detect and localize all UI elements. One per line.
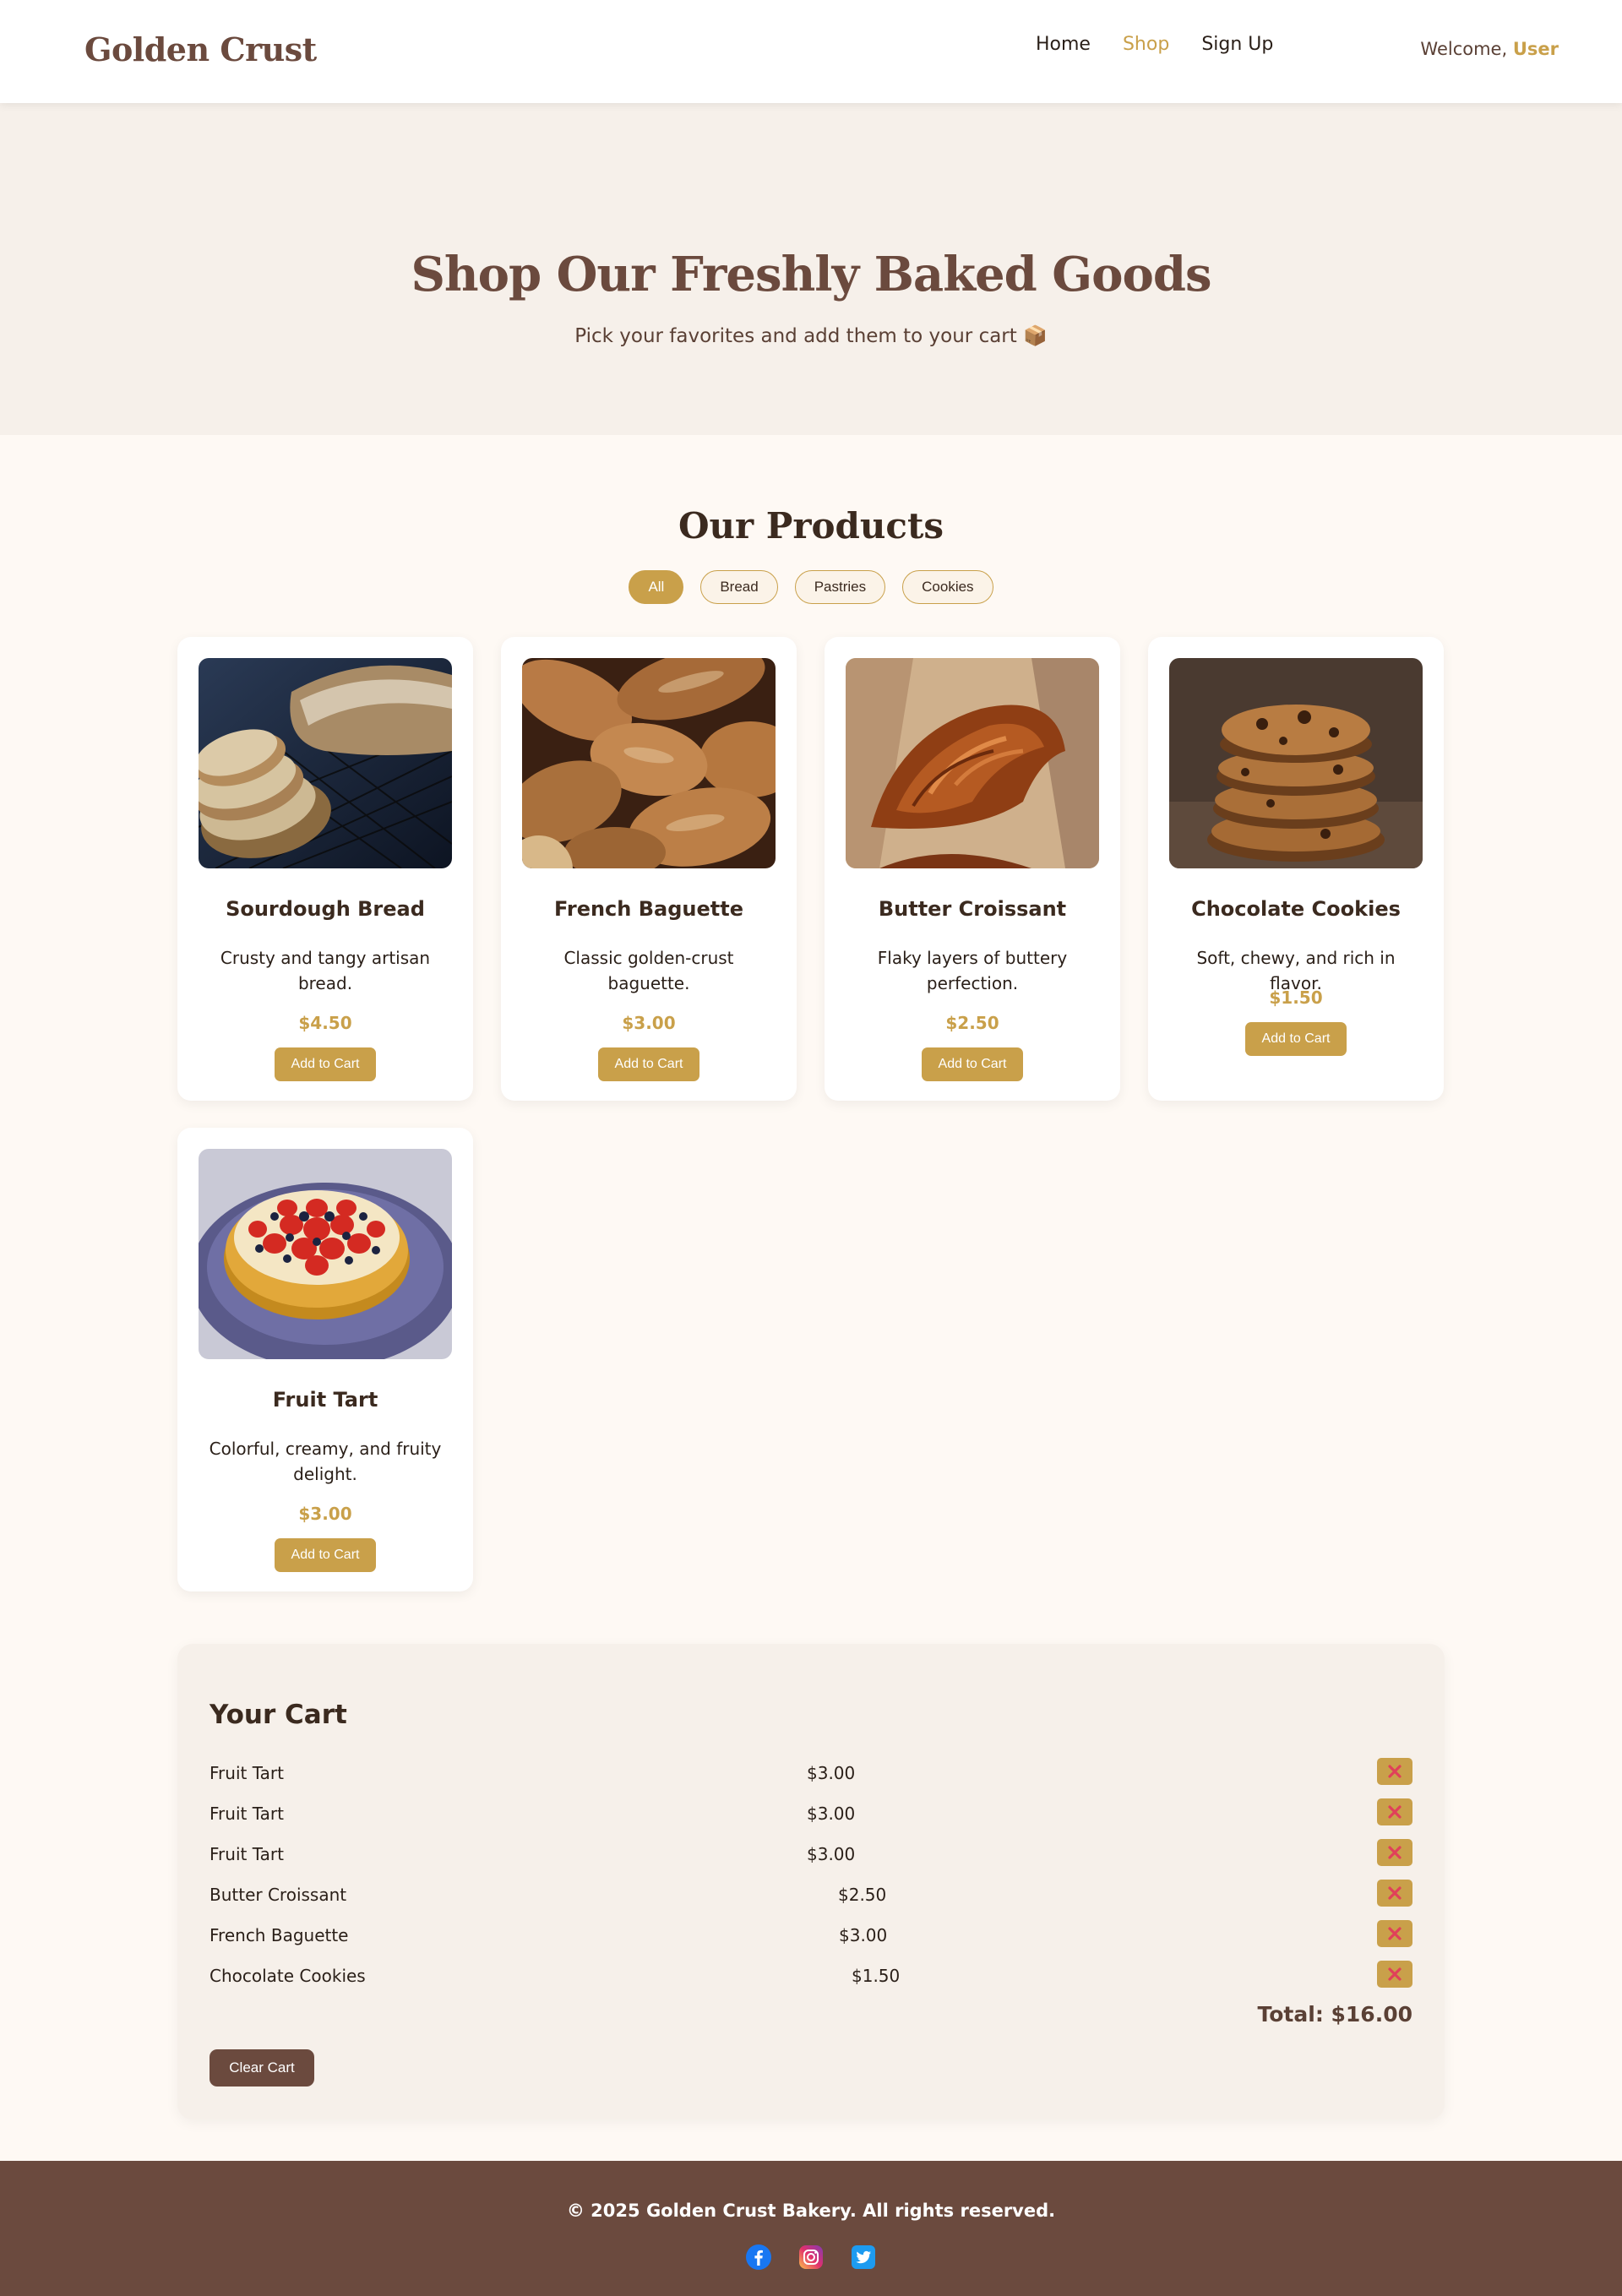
cart-item-name: French Baguette (210, 1925, 349, 1945)
nav-home[interactable]: Home (1036, 34, 1091, 55)
cart-item: Fruit Tart $3.00 (210, 1793, 1412, 1834)
site-header: Golden Crust Home Shop Sign Up Welcome, … (0, 0, 1622, 103)
add-to-cart-button[interactable]: Add to Cart (275, 1047, 376, 1081)
nav-signup[interactable]: Sign Up (1201, 34, 1273, 55)
hero-subtitle: Pick your favorites and add them to your… (574, 325, 1048, 347)
product-card: Chocolate Cookies Soft, chewy, and rich … (1148, 637, 1444, 1101)
product-price: $3.00 (622, 1013, 676, 1033)
close-icon (1388, 1927, 1402, 1940)
cart-title: Your Cart (210, 1700, 347, 1730)
cart-item-price: $3.00 (807, 1763, 856, 1783)
twitter-icon[interactable] (850, 2244, 877, 2271)
cart-item-price: $2.50 (838, 1885, 887, 1905)
site-logo[interactable]: Golden Crust (84, 30, 317, 68)
cart-total: Total: $16.00 (1257, 2002, 1412, 2027)
cart-item-price: $1.50 (852, 1966, 901, 1986)
welcome-label: Welcome, (1420, 39, 1508, 59)
facebook-icon[interactable] (745, 2244, 772, 2271)
cart-item: Fruit Tart $3.00 (210, 1753, 1412, 1793)
chocolate-cookies-image (1169, 658, 1423, 868)
main-nav: Home Shop Sign Up (1036, 34, 1273, 55)
product-card: Butter Croissant Flaky layers of buttery… (825, 637, 1120, 1101)
cart-item-name: Chocolate Cookies (210, 1966, 366, 1986)
product-price: $2.50 (945, 1013, 999, 1033)
remove-item-button[interactable] (1377, 1839, 1412, 1866)
cart-item-name: Fruit Tart (210, 1844, 284, 1864)
clear-cart-button[interactable]: Clear Cart (210, 2049, 314, 2087)
filter-pastries[interactable]: Pastries (794, 570, 886, 604)
remove-item-button[interactable] (1377, 1920, 1412, 1947)
nav-shop[interactable]: Shop (1123, 34, 1169, 55)
add-to-cart-button[interactable]: Add to Cart (598, 1047, 699, 1081)
remove-item-button[interactable] (1377, 1880, 1412, 1907)
cart-item-name: Fruit Tart (210, 1763, 284, 1783)
cart-panel: Your Cart Fruit Tart $3.00 Fruit Tart $3… (177, 1644, 1445, 2119)
copyright-text: © 2025 Golden Crust Bakery. All rights r… (566, 2201, 1056, 2221)
close-icon (1388, 1886, 1402, 1900)
product-description: Crusty and tangy artisan bread. (220, 948, 431, 993)
product-description: Classic golden-crust baguette. (563, 948, 734, 993)
product-name: Sourdough Bread (226, 897, 425, 921)
add-to-cart-button[interactable]: Add to Cart (1245, 1022, 1347, 1056)
site-footer: © 2025 Golden Crust Bakery. All rights r… (0, 2161, 1622, 2296)
instagram-icon[interactable] (797, 2244, 825, 2271)
product-name: Butter Croissant (878, 897, 1067, 921)
welcome-message: Welcome, User (1420, 39, 1559, 59)
remove-item-button[interactable] (1377, 1798, 1412, 1825)
username: User (1512, 39, 1559, 59)
category-filters: All Bread Pastries Cookies (0, 570, 1622, 604)
product-description: Flaky layers of buttery perfection. (877, 948, 1068, 993)
product-card: French Baguette Classic golden-crust bag… (501, 637, 797, 1101)
product-price: $3.00 (298, 1504, 352, 1524)
products-title: Our Products (678, 505, 944, 547)
cart-item-name: Fruit Tart (210, 1804, 284, 1824)
product-name: French Baguette (554, 897, 743, 921)
remove-item-button[interactable] (1377, 1758, 1412, 1785)
hero-title: Shop Our Freshly Baked Goods (411, 247, 1211, 302)
cart-item: Butter Croissant $2.50 (210, 1874, 1412, 1915)
product-name: Fruit Tart (272, 1388, 378, 1412)
cart-item-price: $3.00 (807, 1804, 856, 1824)
product-card: Fruit Tart Colorful, creamy, and fruity … (177, 1128, 473, 1591)
product-price: $4.50 (298, 1013, 352, 1033)
sourdough-bread-image (199, 658, 452, 868)
add-to-cart-button[interactable]: Add to Cart (275, 1538, 376, 1572)
close-icon (1388, 1846, 1402, 1859)
cart-item-name: Butter Croissant (210, 1885, 347, 1905)
product-price: $1.50 (1269, 987, 1323, 1008)
butter-croissant-image (846, 658, 1099, 868)
product-card: Sourdough Bread Crusty and tangy artisan… (177, 637, 473, 1101)
add-to-cart-button[interactable]: Add to Cart (922, 1047, 1023, 1081)
french-baguette-image (522, 658, 776, 868)
cart-item: Fruit Tart $3.00 (210, 1834, 1412, 1874)
fruit-tart-image (199, 1149, 452, 1359)
close-icon (1388, 1765, 1402, 1778)
social-links (0, 2244, 1622, 2271)
close-icon (1388, 1967, 1402, 1981)
cart-item-price: $3.00 (839, 1925, 888, 1945)
cart-item-price: $3.00 (807, 1844, 856, 1864)
cart-item: French Baguette $3.00 (210, 1915, 1412, 1956)
filter-cookies[interactable]: Cookies (902, 570, 993, 604)
filter-all[interactable]: All (629, 570, 684, 604)
cart-item: Chocolate Cookies $1.50 (210, 1956, 1412, 1996)
remove-item-button[interactable] (1377, 1961, 1412, 1988)
product-name: Chocolate Cookies (1191, 897, 1401, 921)
close-icon (1388, 1805, 1402, 1819)
filter-bread[interactable]: Bread (700, 570, 778, 604)
hero-banner: Shop Our Freshly Baked Goods Pick your f… (0, 103, 1622, 435)
product-description: Colorful, creamy, and fruity delight. (209, 1439, 442, 1484)
